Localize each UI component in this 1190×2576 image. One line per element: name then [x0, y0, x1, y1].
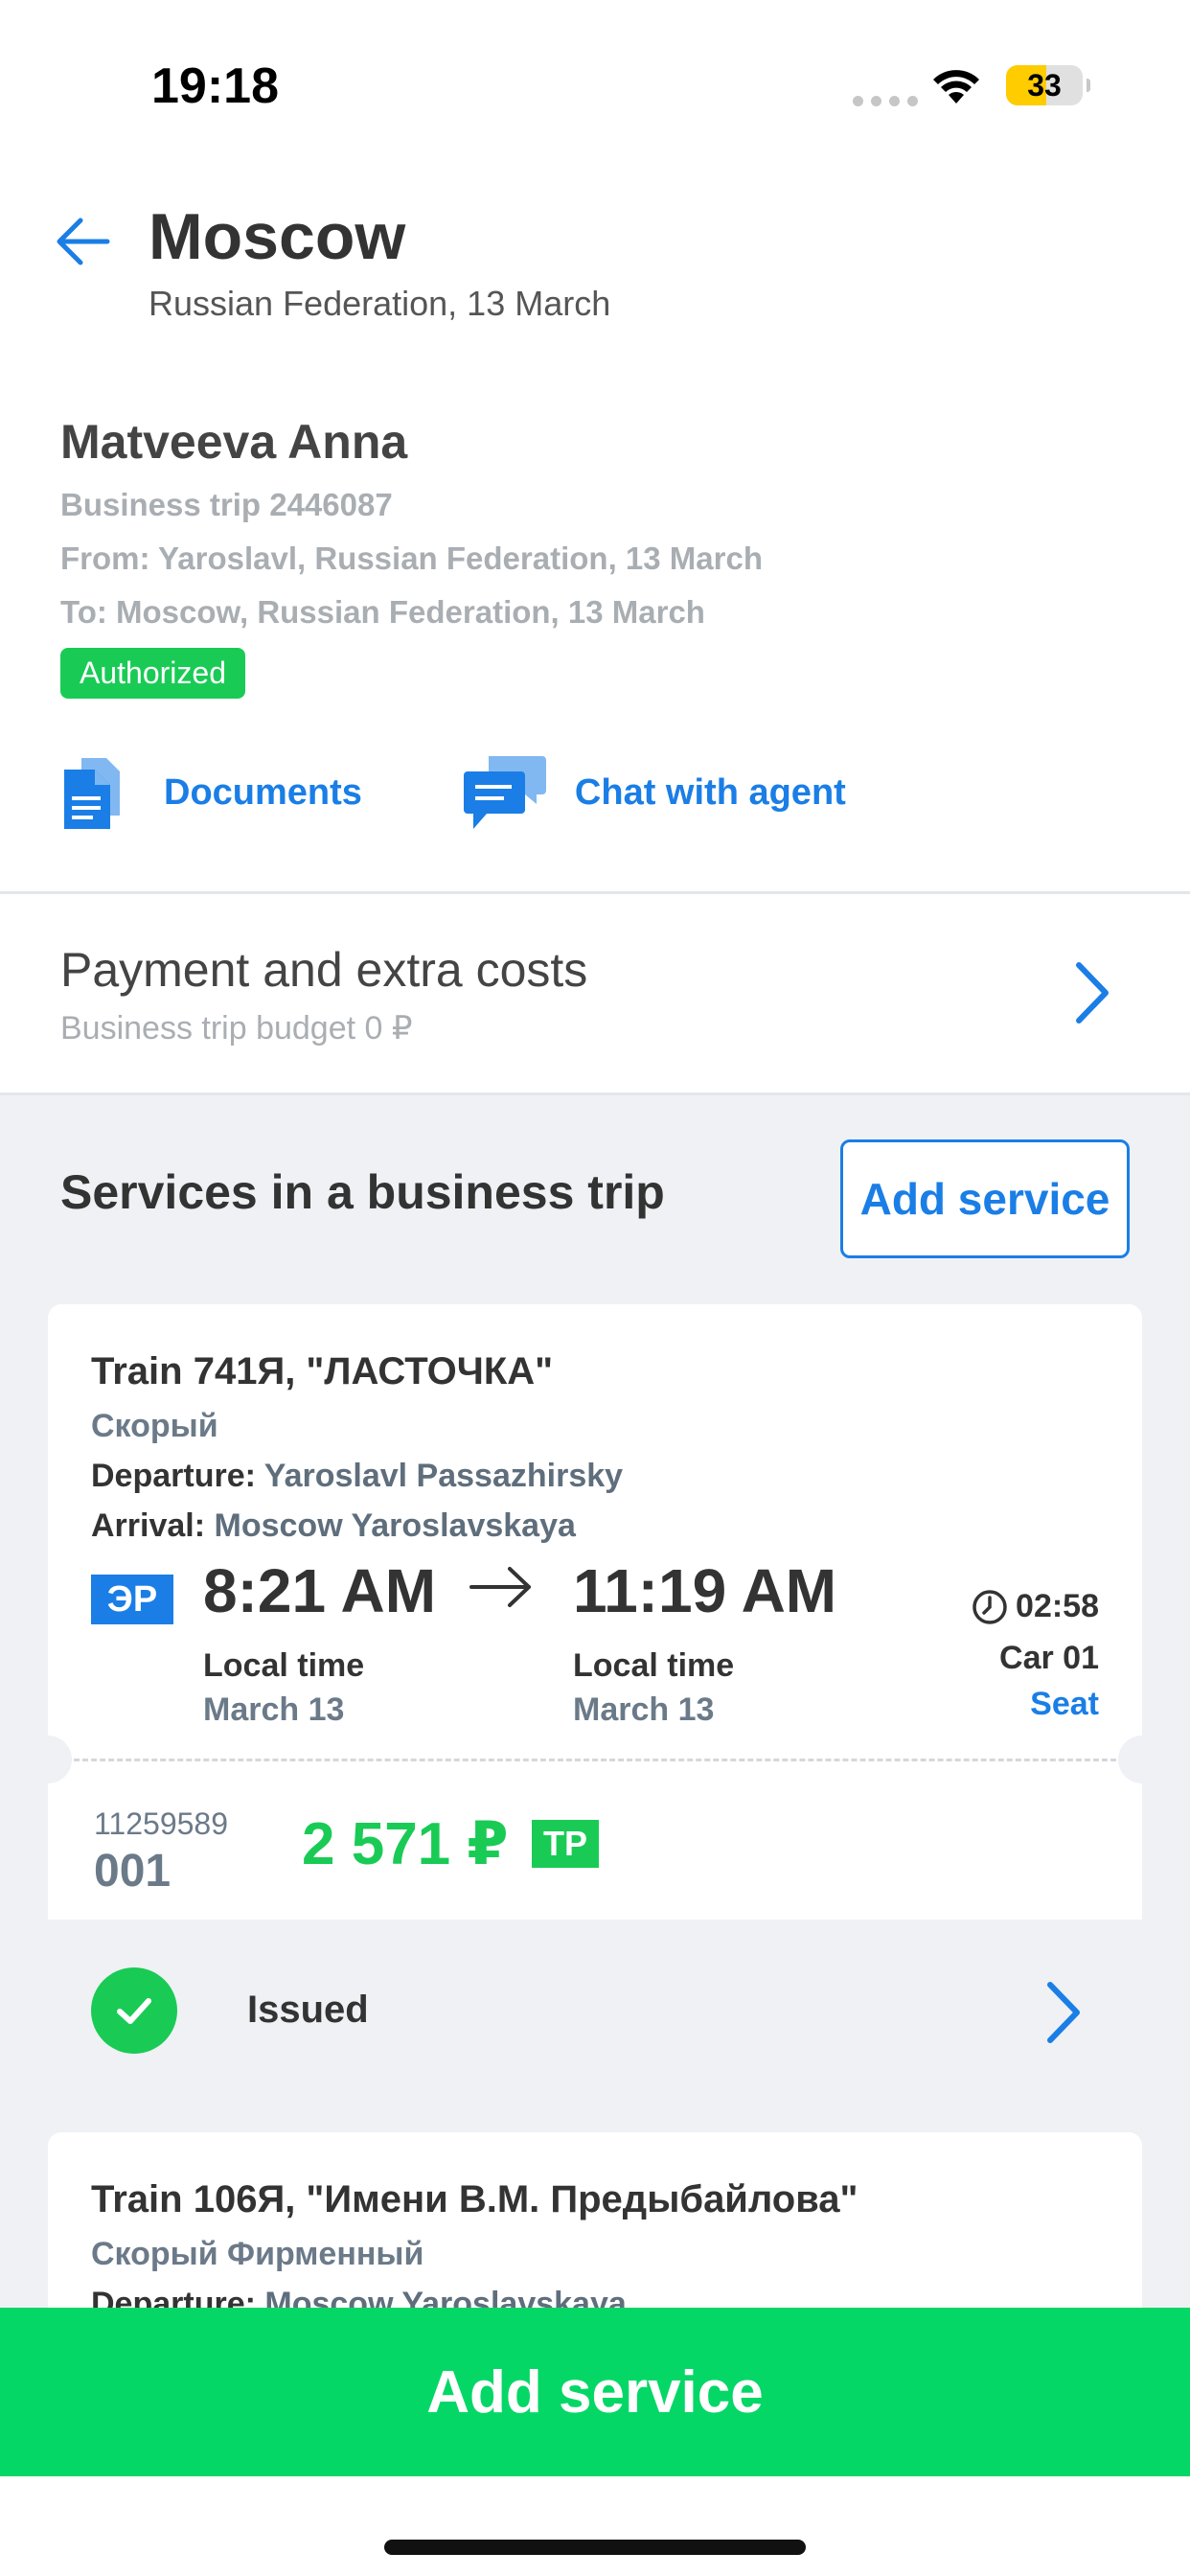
- ticket-price: 2 571 ₽: [302, 1811, 509, 1877]
- battery-icon: 33: [1006, 65, 1090, 105]
- wifi-icon: [933, 70, 979, 104]
- departure-label: Departure:: [91, 1458, 256, 1494]
- ticket-sequence: 001: [94, 1846, 172, 1897]
- train-name: Train 741Я, "ЛАСТОЧКА": [91, 1350, 554, 1392]
- chevron-right-icon: [1076, 962, 1109, 1024]
- page-title: Moscow: [149, 200, 406, 273]
- documents-label: Documents: [164, 771, 362, 813]
- status-time: 19:18: [151, 58, 279, 114]
- traveler-info: Matveeva Anna Business trip 2446087 From…: [60, 414, 1133, 699]
- page-subtitle: Russian Federation, 13 March: [149, 284, 611, 323]
- ticket-perforation: [48, 1759, 1142, 1761]
- payment-title: Payment and extra costs: [60, 943, 588, 997]
- documents-button[interactable]: Documents: [60, 752, 362, 833]
- services-section: Services in a business trip Add service …: [0, 1092, 1190, 2343]
- trip-duration: 02:58: [972, 1588, 1099, 1625]
- traveler-name: Matveeva Anna: [60, 415, 408, 469]
- duration-value: 02:58: [1016, 1588, 1099, 1624]
- departure-local-label: Local time: [203, 1647, 365, 1684]
- departure-station: Departure: Yaroslavl Passazhirsky: [91, 1458, 623, 1495]
- chat-icon: [463, 756, 546, 829]
- tariff-badge: ТР: [532, 1820, 600, 1868]
- home-indicator[interactable]: [384, 2540, 806, 2555]
- services-heading: Services in a business trip: [60, 1165, 665, 1219]
- train-name: Train 106Я, "Имени В.М. Предыбайлова": [91, 2178, 858, 2220]
- check-icon: [91, 1967, 177, 2054]
- clock-icon: [973, 1589, 1007, 1624]
- seat-link[interactable]: Seat: [1030, 1686, 1099, 1723]
- arrival-local-label: Local time: [573, 1647, 735, 1684]
- arrival-date: March 13: [573, 1691, 715, 1728]
- documents-icon: [64, 758, 120, 829]
- arrow-right-icon: [469, 1567, 531, 1607]
- status-bar: 19:18 33: [0, 0, 1190, 172]
- train-class: Скорый: [91, 1408, 218, 1444]
- back-arrow-icon[interactable]: [52, 211, 113, 272]
- arrival-label: Arrival:: [91, 1507, 206, 1544]
- chat-label: Chat with agent: [574, 771, 846, 813]
- trip-actions: Documents Chat with agent: [60, 752, 846, 833]
- car-number: Car 01: [999, 1640, 1099, 1676]
- trip-from: From: Yaroslavl, Russian Federation, 13 …: [60, 540, 763, 576]
- ticket-number: 11259589: [94, 1806, 228, 1841]
- trip-number: Business trip 2446087: [60, 487, 393, 522]
- arrival-station: Arrival: Moscow Yaroslavskaya: [91, 1507, 576, 1545]
- chat-with-agent-button[interactable]: Chat with agent: [462, 752, 846, 833]
- train-class: Скорый Фирменный: [91, 2236, 424, 2272]
- departure-date: March 13: [203, 1691, 345, 1728]
- train-type-badge: ЭР: [91, 1575, 173, 1624]
- departure-time: 8:21 AM: [203, 1556, 437, 1625]
- ticket-status: Issued: [247, 1989, 369, 2031]
- add-service-cta-button[interactable]: Add service: [0, 2308, 1190, 2476]
- arrival-time: 11:19 AM: [573, 1556, 837, 1625]
- arrival-value: Moscow Yaroslavskaya: [214, 1507, 576, 1544]
- add-service-button[interactable]: Add service: [840, 1139, 1130, 1258]
- battery-level: 33: [1027, 68, 1062, 103]
- trip-to: To: Moscow, Russian Federation, 13 March: [60, 594, 705, 630]
- signal-icon: [853, 96, 918, 106]
- departure-value: Yaroslavl Passazhirsky: [263, 1458, 624, 1494]
- chevron-right-icon: [1047, 1982, 1080, 2043]
- payment-row[interactable]: Payment and extra costs Business trip bu…: [0, 894, 1190, 1092]
- status-badge: Authorized: [60, 648, 245, 699]
- train-ticket-card[interactable]: Train 741Я, "ЛАСТОЧКА" Скорый Departure:…: [48, 1304, 1142, 2102]
- payment-budget: Business trip budget 0 ₽: [60, 1010, 413, 1046]
- ticket-status-row[interactable]: Issued: [48, 1920, 1142, 2102]
